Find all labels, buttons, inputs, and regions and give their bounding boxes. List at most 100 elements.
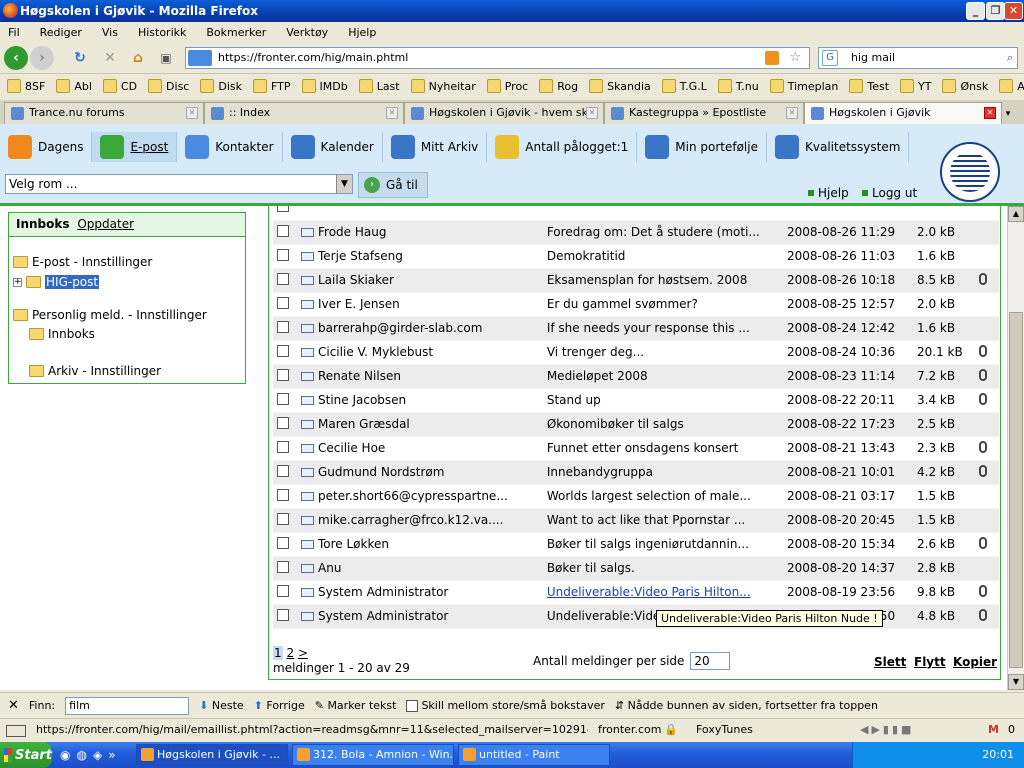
mail-sender[interactable]: Terje Stafseng: [318, 249, 403, 263]
per-page-input[interactable]: 20: [690, 652, 731, 670]
tab-close-icon[interactable]: ✕: [186, 107, 198, 119]
rss-icon[interactable]: [765, 51, 779, 65]
mail-sender[interactable]: Cecilie Hoe: [318, 441, 385, 455]
mail-subject[interactable]: Stand up: [547, 393, 601, 407]
refresh-link[interactable]: Oppdater: [77, 217, 134, 231]
row-checkbox[interactable]: [277, 320, 289, 333]
stop-icon[interactable]: ✕: [98, 46, 122, 70]
page-next[interactable]: >: [298, 646, 308, 660]
tree-item-archive-settings[interactable]: Arkiv - Innstillinger: [29, 364, 161, 378]
row-checkbox[interactable]: [277, 272, 289, 285]
bookmark-9[interactable]: Proc: [484, 79, 532, 93]
tree-item-email-settings[interactable]: E-post - Innstillinger: [13, 255, 152, 269]
bookmark-0[interactable]: 8SF: [4, 79, 48, 93]
table-row[interactable]: System Administrator Undeliverable:Video…: [273, 604, 999, 629]
row-checkbox[interactable]: [277, 512, 289, 525]
table-row[interactable]: Renate Nilsen Medieløpet 2008 2008-08-23 …: [273, 364, 999, 389]
taskbar-item-paint[interactable]: untitled - Paint: [458, 744, 610, 766]
site-identity-icon[interactable]: [188, 50, 212, 66]
start-button[interactable]: Start: [0, 742, 52, 768]
mail-sender[interactable]: mike.carragher@frco.k12.va....: [318, 513, 503, 527]
checkbox-box[interactable]: [406, 700, 419, 712]
bookmark-18[interactable]: AmbIDM-Vid: [996, 79, 1024, 93]
search-box[interactable]: G hig mail ⌕: [818, 47, 1018, 69]
bookmark-15[interactable]: Test: [846, 79, 892, 93]
close-window-button[interactable]: ✕: [1004, 2, 1023, 20]
tab-close-icon[interactable]: ✕: [786, 107, 798, 119]
more-icon[interactable]: »: [108, 748, 115, 762]
mail-sender[interactable]: Cicilie V. Myklebust: [318, 345, 433, 359]
bookmark-5[interactable]: FTP: [250, 79, 294, 93]
mail-subject[interactable]: If she needs your response this ...: [547, 321, 750, 335]
gmail-icon[interactable]: M: [988, 719, 999, 741]
mail-sender[interactable]: Laila Skiaker: [318, 273, 394, 287]
row-checkbox[interactable]: [277, 464, 289, 477]
copy-button[interactable]: Kopier: [953, 655, 997, 669]
move-button[interactable]: Flytt: [914, 655, 946, 669]
go-button[interactable]: › Gå til: [358, 172, 428, 198]
firefox-quicklaunch-icon[interactable]: ◉: [60, 748, 70, 762]
bookmark-7[interactable]: Last: [356, 79, 403, 93]
bookmark-17[interactable]: Ønsk: [939, 79, 991, 93]
app-quicklaunch-icon[interactable]: ◈: [93, 748, 102, 762]
reload-icon[interactable]: ↻: [68, 46, 92, 70]
table-row[interactable]: Anu Bøker til salgs. 2008-08-20 14:37 2.8 …: [273, 556, 999, 581]
mail-sender[interactable]: Frode Haug: [318, 225, 386, 239]
scroll-down-icon[interactable]: ▼: [1008, 674, 1024, 690]
bookmark-1[interactable]: Abl: [53, 79, 95, 93]
row-checkbox[interactable]: [277, 206, 289, 213]
expand-icon[interactable]: +: [13, 277, 22, 287]
table-row[interactable]: Frode Haug Foredrag om: Det å studere (m…: [273, 220, 999, 245]
mail-sender[interactable]: System Administrator: [318, 585, 448, 599]
tab-hig-hvem[interactable]: Høgskolen i Gjøvik - hvem sk... ✕: [404, 102, 604, 124]
mail-sender[interactable]: Iver E. Jensen: [318, 297, 400, 311]
row-checkbox[interactable]: [277, 248, 289, 261]
bookmark-13[interactable]: T.nu: [715, 79, 762, 93]
table-row[interactable]: Terje Stafseng Demokratitid 2008-08-26 11…: [273, 244, 999, 269]
mail-subject[interactable]: Eksamensplan for høstsem. 2008: [547, 273, 748, 287]
mail-sender[interactable]: System Administrator: [318, 609, 448, 623]
mail-subject[interactable]: Innebandygruppa: [547, 465, 653, 479]
foxytunes-label[interactable]: FoxyTunes: [696, 719, 753, 741]
home-icon[interactable]: ⌂: [126, 46, 150, 70]
app-tab-5[interactable]: Antall pålogget:1: [487, 132, 638, 162]
forward-button[interactable]: ›: [30, 46, 54, 70]
room-select[interactable]: Velg rom ... ▼: [5, 174, 353, 194]
match-case-checkbox[interactable]: Skill mellom store/små bokstaver: [406, 699, 605, 712]
back-button[interactable]: ‹: [4, 46, 28, 70]
row-checkbox[interactable]: [277, 224, 289, 237]
mail-sender[interactable]: Renate Nilsen: [318, 369, 401, 383]
mail-sender[interactable]: Anu: [318, 561, 341, 575]
tree-item-inbox[interactable]: Innboks: [29, 327, 95, 341]
bookmark-star-icon[interactable]: ☆: [789, 48, 801, 68]
table-row[interactable]: Iver E. Jensen Er du gammel svømmer? 2008…: [273, 292, 999, 317]
table-row[interactable]: peter.short66@cypresspartne... Worlds la…: [273, 484, 999, 509]
browser-quicklaunch-icon[interactable]: ◍: [76, 748, 86, 762]
tab-close-icon[interactable]: ✕: [586, 107, 598, 119]
tab-close-icon[interactable]: ✕: [984, 107, 996, 119]
find-close-icon[interactable]: ✕: [8, 698, 19, 713]
find-prev-button[interactable]: ⬆ Forrige: [254, 699, 305, 712]
find-input[interactable]: film: [65, 696, 190, 715]
row-checkbox[interactable]: [277, 368, 289, 381]
maximize-button[interactable]: ❐: [986, 2, 1005, 20]
mail-subject[interactable]: Bøker til salgs ingeniørutdannin...: [547, 537, 749, 551]
row-checkbox[interactable]: [277, 392, 289, 405]
table-row[interactable]: Cicilie V. Myklebust Vi trenger deg... 20…: [273, 340, 999, 365]
menu-item-1[interactable]: Rediger: [40, 26, 82, 39]
find-next-button[interactable]: ⬇ Neste: [199, 699, 244, 712]
url-bar[interactable]: https://fronter.com/hig/main.phtml ☆: [185, 47, 810, 69]
mail-subject[interactable]: Er du gammel svømmer?: [547, 297, 698, 311]
menu-item-6[interactable]: Hjelp: [348, 26, 376, 39]
scroll-up-icon[interactable]: ▲: [1008, 206, 1024, 222]
row-checkbox[interactable]: [277, 344, 289, 357]
table-row[interactable]: Gudmund Nordstrøm Innebandygruppa 2008-08…: [273, 460, 999, 485]
logout-link[interactable]: Logg ut: [862, 186, 917, 200]
tab-index[interactable]: :: Index ✕: [204, 102, 404, 124]
scroll-thumb[interactable]: [1009, 312, 1023, 668]
menu-item-0[interactable]: Fil: [8, 26, 20, 39]
mail-sender[interactable]: Tore Løkken: [318, 537, 389, 551]
row-checkbox[interactable]: [277, 488, 289, 501]
table-row[interactable]: Maren Græsdal Økonomibøker til salgs 2008…: [273, 412, 999, 437]
mail-sender[interactable]: Stine Jacobsen: [318, 393, 406, 407]
